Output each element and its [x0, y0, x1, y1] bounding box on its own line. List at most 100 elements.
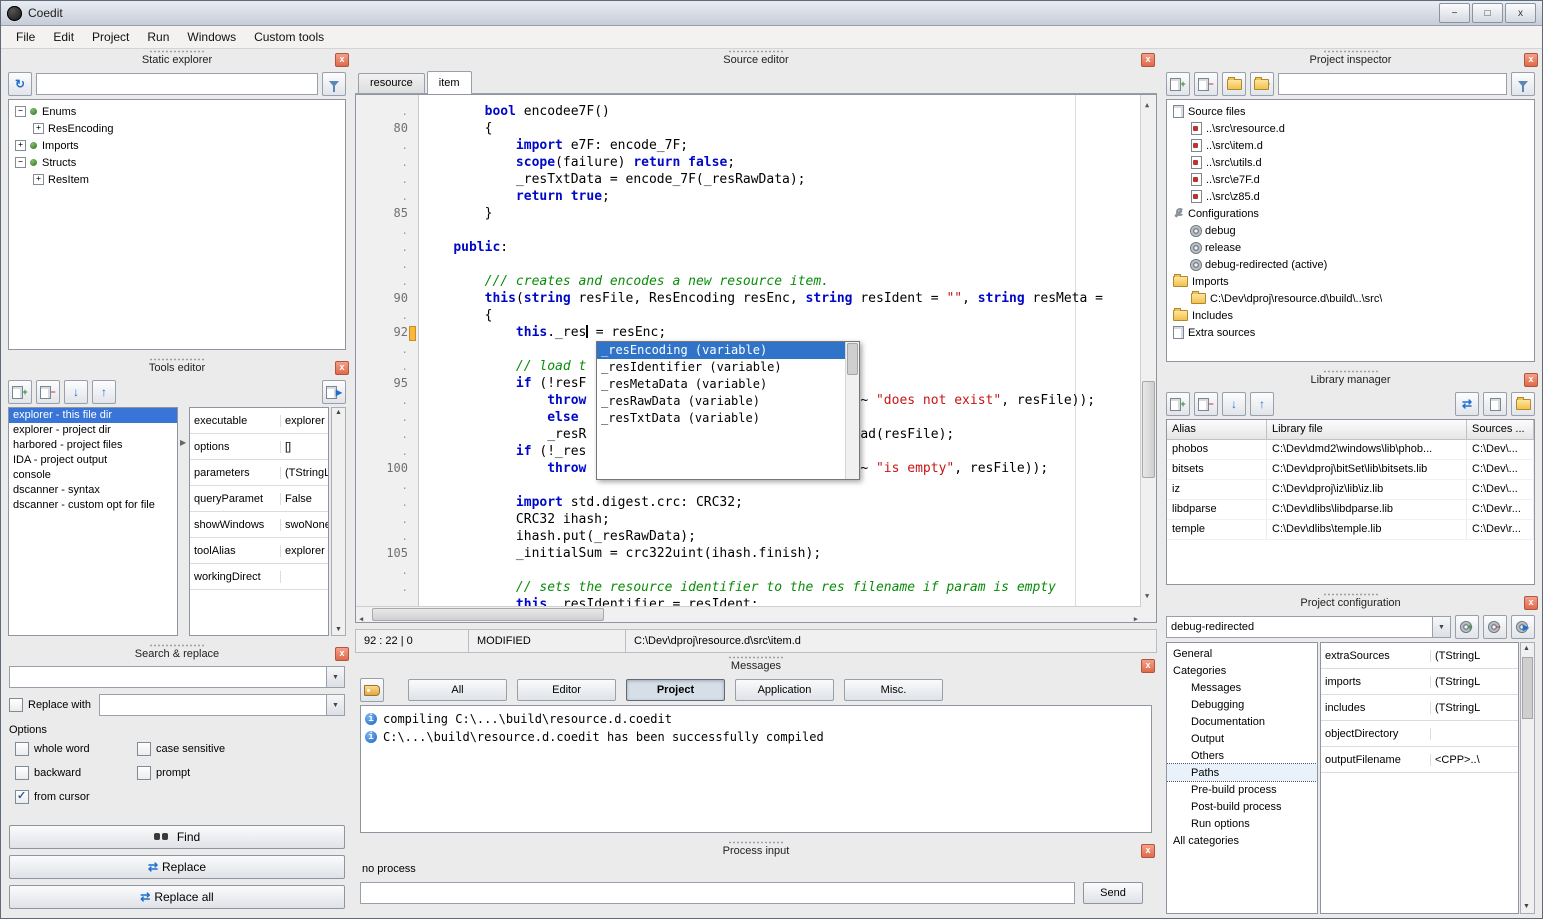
replace-all-button[interactable]: ⇄Replace all: [9, 885, 345, 909]
library-row[interactable]: templeC:\Dev\dlibs\temple.libC:\Dev\r...: [1167, 520, 1534, 540]
tree-item[interactable]: release: [1167, 239, 1534, 256]
gutter-row[interactable]: .: [356, 511, 418, 528]
gutter-row[interactable]: .: [356, 307, 418, 324]
tool-item[interactable]: explorer - project dir: [9, 423, 177, 438]
clone-config-button[interactable]: ▶: [1511, 615, 1535, 639]
expand-toggle-icon[interactable]: +: [33, 174, 44, 185]
remove-tool-button[interactable]: −: [36, 380, 60, 404]
drag-grip[interactable]: [728, 50, 784, 53]
replace-with-checkbox[interactable]: [9, 698, 23, 712]
option-from-cursor[interactable]: from cursor: [15, 790, 133, 804]
source-editor-header[interactable]: Source editor x: [353, 49, 1159, 69]
editor-gutter[interactable]: .80....85....90.92..95....100....105...: [356, 95, 419, 607]
drag-grip[interactable]: [149, 50, 205, 53]
gutter-row[interactable]: .: [356, 171, 418, 188]
code-line[interactable]: this._res = resEnc;: [422, 324, 1141, 341]
tree-item[interactable]: Output: [1167, 730, 1317, 747]
property-value[interactable]: explorer: [281, 545, 328, 557]
tree-item[interactable]: Pre-build process: [1167, 781, 1317, 798]
code-line[interactable]: // sets the resource identifier to the r…: [422, 579, 1141, 596]
gutter-row[interactable]: .: [356, 528, 418, 545]
property-value[interactable]: (TStringL: [281, 467, 328, 479]
tree-item[interactable]: Imports: [1167, 273, 1534, 290]
tab-resource[interactable]: resource: [358, 73, 425, 93]
scroll-down-icon[interactable]: ▼: [1523, 903, 1530, 911]
gutter-row[interactable]: 90: [356, 290, 418, 307]
gutter-row[interactable]: 92: [356, 324, 418, 341]
scroll-up-icon[interactable]: ▲: [1523, 645, 1530, 653]
option-prompt[interactable]: prompt: [137, 766, 345, 780]
library-row[interactable]: libdparseC:\Dev\dlibs\libdparse.libC:\De…: [1167, 500, 1534, 520]
tree-item[interactable]: Debugging: [1167, 696, 1317, 713]
maximize-button[interactable]: □: [1472, 3, 1503, 23]
property-value[interactable]: False: [281, 493, 328, 505]
code-editor[interactable]: .80....85....90.92..95....100....105... …: [355, 94, 1157, 623]
tree-item[interactable]: Documentation: [1167, 713, 1317, 730]
move-library-up-button[interactable]: ↑: [1250, 392, 1274, 416]
tools-grid-scrollbar[interactable]: ▲▼: [331, 407, 346, 636]
menu-project[interactable]: Project: [83, 27, 138, 47]
tree-item[interactable]: Source files: [1167, 103, 1534, 120]
tree-item[interactable]: +Imports: [9, 137, 345, 154]
code-line[interactable]: return true;: [422, 188, 1141, 205]
tree-item[interactable]: Configurations: [1167, 205, 1534, 222]
menu-edit[interactable]: Edit: [44, 27, 83, 47]
option-backward[interactable]: backward: [15, 766, 133, 780]
gutter-row[interactable]: .: [356, 358, 418, 375]
property-value[interactable]: (TStringL: [1431, 650, 1518, 662]
tree-item[interactable]: −Enums: [9, 103, 345, 120]
code-line[interactable]: {: [422, 307, 1141, 324]
add-config-button[interactable]: +: [1455, 615, 1479, 639]
property-value[interactable]: (TStringL: [1431, 676, 1518, 688]
move-tool-down-button[interactable]: ↓: [64, 380, 88, 404]
close-panel-icon[interactable]: x: [1141, 659, 1155, 673]
message-row[interactable]: C:\...\build\resource.d.coedit has been …: [361, 728, 1151, 746]
filter-editor[interactable]: Editor: [517, 679, 616, 701]
gutter-row[interactable]: 100: [356, 460, 418, 477]
tools-editor-header[interactable]: Tools editor x: [1, 357, 353, 377]
tool-item[interactable]: IDA - project output: [9, 453, 177, 468]
scroll-up-icon[interactable]: ▲: [335, 409, 342, 417]
gutter-row[interactable]: .: [356, 562, 418, 579]
search-dropdown-button[interactable]: ▼: [326, 667, 344, 687]
filter-all[interactable]: All: [408, 679, 507, 701]
search-term-combo[interactable]: ▼: [9, 666, 345, 688]
gutter-row[interactable]: .: [356, 103, 418, 120]
close-button[interactable]: x: [1505, 3, 1536, 23]
edit-library-button[interactable]: ⇄: [1455, 392, 1479, 416]
menu-windows[interactable]: Windows: [178, 27, 245, 47]
close-panel-icon[interactable]: x: [1141, 53, 1155, 67]
completion-item[interactable]: _resEncoding (variable): [597, 342, 846, 359]
tree-item[interactable]: Paths: [1167, 764, 1317, 781]
filter-application[interactable]: Application: [735, 679, 834, 701]
library-manager-header[interactable]: Library manager x: [1159, 369, 1542, 389]
close-panel-icon[interactable]: x: [335, 53, 349, 67]
tree-item[interactable]: debug: [1167, 222, 1534, 239]
close-panel-icon[interactable]: x: [335, 647, 349, 661]
configuration-select[interactable]: debug-redirected ▼: [1166, 616, 1451, 638]
refresh-button[interactable]: ↻: [8, 72, 32, 96]
code-line[interactable]: bool encodee7F(): [422, 103, 1141, 120]
code-line[interactable]: /// creates and encodes a new resource i…: [422, 273, 1141, 290]
tree-item[interactable]: +ResEncoding: [9, 120, 345, 137]
minimize-button[interactable]: −: [1439, 3, 1470, 23]
tool-item[interactable]: harbored - project files: [9, 438, 177, 453]
gutter-row[interactable]: .: [356, 239, 418, 256]
gutter-row[interactable]: .: [356, 154, 418, 171]
find-button[interactable]: Find: [9, 825, 345, 849]
code-line[interactable]: [422, 222, 1141, 239]
expand-toggle-icon[interactable]: −: [15, 106, 26, 117]
drag-grip[interactable]: [149, 644, 205, 647]
tool-item[interactable]: dscanner - custom opt for file: [9, 498, 177, 513]
move-library-down-button[interactable]: ↓: [1222, 392, 1246, 416]
replace-with-option[interactable]: Replace with: [9, 698, 91, 712]
code-line[interactable]: {: [422, 120, 1141, 137]
gutter-row[interactable]: .: [356, 409, 418, 426]
symbol-filter-button[interactable]: [322, 72, 346, 96]
gutter-row[interactable]: 105: [356, 545, 418, 562]
tree-item[interactable]: General: [1167, 645, 1317, 662]
inspector-filter-input[interactable]: [1278, 73, 1507, 95]
gutter-row[interactable]: 95: [356, 375, 418, 392]
tree-item[interactable]: Post-build process: [1167, 798, 1317, 815]
messages-header[interactable]: Messages x: [353, 655, 1159, 675]
